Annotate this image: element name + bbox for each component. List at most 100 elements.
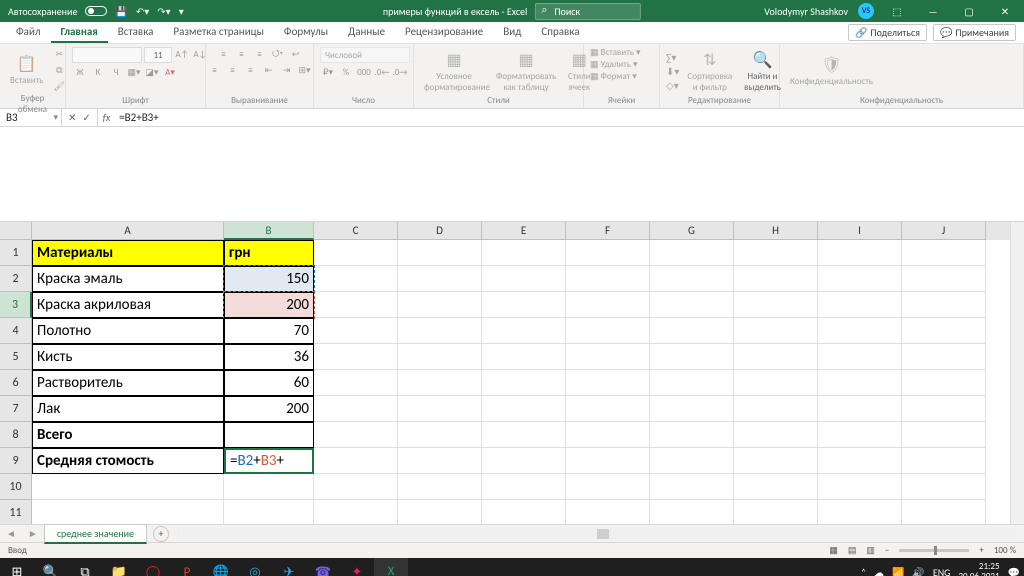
col-header-E[interactable]: E (482, 222, 566, 240)
insert-cells-button[interactable]: ▦ Вставить ▾ (590, 47, 641, 58)
align-right-icon[interactable]: ≡ (243, 63, 259, 77)
percent-icon[interactable]: % (338, 65, 354, 79)
fill-icon[interactable]: ⬇▾ (666, 65, 679, 78)
row-header-10[interactable]: 10 (0, 474, 32, 500)
share-button[interactable]: 🔗 Поделиться (848, 24, 927, 41)
row-header-1[interactable]: 1 (0, 240, 32, 266)
cell-G1[interactable] (650, 240, 734, 266)
cell-I6[interactable] (818, 370, 902, 396)
sheet-nav-next-icon[interactable]: ► (22, 527, 44, 540)
cell-F5[interactable] (566, 344, 650, 370)
cell-D10[interactable] (398, 474, 482, 500)
row-header-6[interactable]: 6 (0, 370, 32, 396)
cell-A2[interactable]: Краска эмаль (32, 266, 224, 292)
tab-формулы[interactable]: Формулы (274, 21, 338, 43)
cell-G5[interactable] (650, 344, 734, 370)
cell-A1[interactable]: Материалы (32, 240, 224, 266)
underline-icon[interactable]: Ч (108, 65, 124, 79)
cell-E2[interactable] (482, 266, 566, 292)
taskbar-viber-icon[interactable]: ☎ (306, 558, 340, 576)
cell-D11[interactable] (398, 500, 482, 524)
copy-icon[interactable]: ⧉ (51, 63, 67, 77)
cell-C5[interactable] (314, 344, 398, 370)
tray-language[interactable]: ENG (933, 566, 951, 576)
cell-E9[interactable] (482, 448, 566, 474)
cell-E3[interactable] (482, 292, 566, 318)
taskbar-telegram-icon[interactable]: ✈ (272, 558, 306, 576)
tray-onedrive-icon[interactable]: ☁ (874, 566, 884, 576)
cell-J10[interactable] (902, 474, 986, 500)
col-header-C[interactable]: C (314, 222, 398, 240)
minimize-icon[interactable]: — (920, 5, 946, 18)
align-center-icon[interactable]: ≡ (225, 63, 241, 77)
cell-H1[interactable] (734, 240, 818, 266)
cell-F6[interactable] (566, 370, 650, 396)
user-avatar[interactable]: VS (858, 3, 874, 19)
cell-E5[interactable] (482, 344, 566, 370)
taskbar-app2-icon[interactable]: ✦ (340, 558, 374, 576)
search-box[interactable]: Поиск (535, 3, 641, 20)
autosave-toggle[interactable] (85, 6, 107, 16)
cell-H9[interactable] (734, 448, 818, 474)
privacy-button[interactable]: 🛡Конфиденциальность (786, 53, 877, 89)
row-header-8[interactable]: 8 (0, 422, 32, 448)
redo-icon[interactable]: ↷▾ (157, 5, 170, 18)
cell-B5[interactable]: 36 (224, 344, 314, 370)
italic-icon[interactable]: К (90, 65, 106, 79)
cell-E8[interactable] (482, 422, 566, 448)
cell-A8[interactable]: Всего (32, 422, 224, 448)
view-pagebreak-icon[interactable]: ▥ (866, 545, 875, 556)
comma-icon[interactable]: 000 (356, 65, 372, 79)
cell-D4[interactable] (398, 318, 482, 344)
ribbon-display-icon[interactable]: ⬚ (884, 5, 910, 18)
cell-H3[interactable] (734, 292, 818, 318)
cancel-formula-icon[interactable]: ✕ (68, 111, 76, 124)
align-bottom-icon[interactable]: ≡ (252, 47, 268, 61)
taskbar-app-icon[interactable]: ◎ (238, 558, 272, 576)
cell-G3[interactable] (650, 292, 734, 318)
cell-G10[interactable] (650, 474, 734, 500)
select-all-corner[interactable] (0, 222, 32, 240)
orientation-icon[interactable]: ⭯▾ (270, 47, 286, 61)
tab-разметка страницы[interactable]: Разметка страницы (163, 21, 274, 43)
row-header-2[interactable]: 2 (0, 266, 32, 292)
font-color-icon[interactable]: A▾ (162, 65, 178, 79)
cell-G9[interactable] (650, 448, 734, 474)
row-header-11[interactable]: 11 (0, 500, 32, 524)
cell-C10[interactable] (314, 474, 398, 500)
cell-B3[interactable]: 200 (224, 292, 314, 318)
cell-J1[interactable] (902, 240, 986, 266)
view-layout-icon[interactable]: ▤ (848, 545, 857, 556)
sheet-tab[interactable]: среднее значение (44, 524, 147, 544)
cell-C2[interactable] (314, 266, 398, 292)
taskbar-chrome-icon[interactable]: 🌐 (204, 558, 238, 576)
format-as-table-button[interactable]: ▦Форматировать как таблицу (492, 48, 560, 95)
cell-I8[interactable] (818, 422, 902, 448)
find-select-button[interactable]: 🔍Найти и выделить (740, 48, 785, 95)
start-button[interactable]: ⊞ (0, 565, 34, 576)
fill-color-icon[interactable]: ◪▾ (144, 65, 160, 79)
cell-J7[interactable] (902, 396, 986, 422)
indent-inc-icon[interactable]: ⇥ (279, 63, 295, 77)
cell-C9[interactable] (314, 448, 398, 474)
cell-A11[interactable] (32, 500, 224, 524)
row-header-7[interactable]: 7 (0, 396, 32, 422)
cell-E4[interactable] (482, 318, 566, 344)
cell-D6[interactable] (398, 370, 482, 396)
cell-B7[interactable]: 200 (224, 396, 314, 422)
sheet-nav-prev-icon[interactable]: ◄ (0, 527, 22, 540)
currency-icon[interactable]: ₽▾ (320, 65, 336, 79)
cell-J4[interactable] (902, 318, 986, 344)
wrap-text-icon[interactable]: ↩ (288, 47, 304, 61)
indent-dec-icon[interactable]: ⇤ (261, 63, 277, 77)
tab-файл[interactable]: Файл (6, 21, 51, 43)
cell-G11[interactable] (650, 500, 734, 524)
col-header-H[interactable]: H (734, 222, 818, 240)
clear-icon[interactable]: ◇▾ (666, 79, 679, 92)
cell-G2[interactable] (650, 266, 734, 292)
cell-J8[interactable] (902, 422, 986, 448)
cell-I7[interactable] (818, 396, 902, 422)
row-header-9[interactable]: 9 (0, 448, 32, 474)
tray-clock[interactable]: 21:25 20.06.2021 (959, 562, 1000, 576)
row-header-4[interactable]: 4 (0, 318, 32, 344)
